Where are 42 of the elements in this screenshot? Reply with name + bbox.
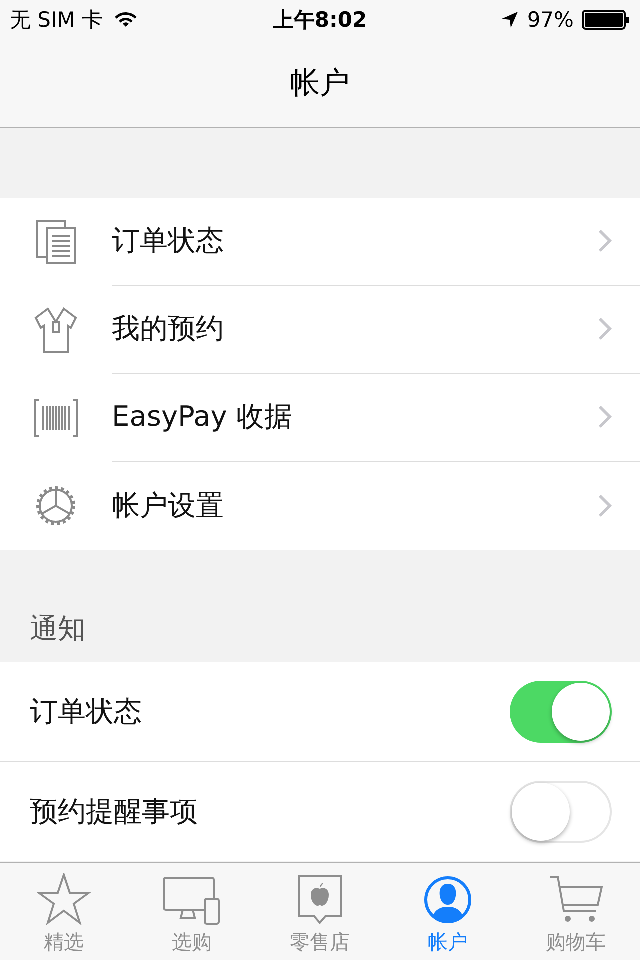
star-icon	[37, 873, 91, 925]
menu-item[interactable]: EasyPay 收据	[0, 374, 640, 462]
tab-bar-item[interactable]: 购物车	[512, 862, 640, 960]
menu-label: EasyPay 收据	[112, 399, 292, 436]
page-title: 帐户	[290, 65, 350, 104]
tab-label: 精选	[44, 929, 84, 956]
shirt-icon	[32, 306, 80, 354]
tab-bar-item[interactable]: 帐户	[384, 862, 512, 960]
documents-icon	[35, 218, 77, 265]
wifi-icon	[115, 12, 137, 28]
computer-icon	[163, 877, 221, 925]
cart-icon	[548, 875, 604, 925]
menu-item[interactable]: 我的预约	[0, 286, 640, 374]
battery-icon	[582, 10, 630, 30]
tab-bar-item[interactable]: 选购	[128, 862, 256, 960]
carrier-text: 无 SIM 卡	[10, 6, 103, 34]
barcode-icon	[33, 398, 79, 438]
menu-label: 订单状态	[112, 223, 224, 260]
location-arrow-icon	[501, 10, 520, 29]
tab-label: 零售店	[290, 929, 350, 956]
menu-item[interactable]: 帐户设置	[0, 462, 640, 550]
tab-label: 购物车	[546, 929, 606, 956]
account-icon	[423, 875, 473, 925]
battery-percent: 97%	[527, 8, 574, 32]
toggle-switch[interactable]	[510, 780, 612, 843]
tab-label: 帐户	[428, 929, 468, 956]
chevron-icon	[598, 494, 612, 518]
chevron-icon	[598, 317, 612, 342]
tab-label: 选购	[172, 929, 212, 956]
section-header: 通知	[30, 611, 86, 648]
menu-label: 我的预约	[112, 311, 224, 348]
menu-label: 帐户设置	[112, 488, 224, 524]
setting-label: 订单状态	[30, 694, 142, 730]
setting-label: 预约提醒事项	[30, 794, 198, 830]
clock-text: 上午8:02	[272, 6, 368, 34]
toggle-switch[interactable]	[510, 680, 612, 743]
chevron-icon	[598, 405, 612, 430]
chevron-icon	[598, 229, 612, 254]
menu-item[interactable]: 订单状态	[0, 198, 640, 286]
store-icon	[296, 875, 344, 925]
tab-bar-item[interactable]: 精选	[0, 862, 128, 960]
tab-bar-item[interactable]: 零售店	[256, 862, 384, 960]
